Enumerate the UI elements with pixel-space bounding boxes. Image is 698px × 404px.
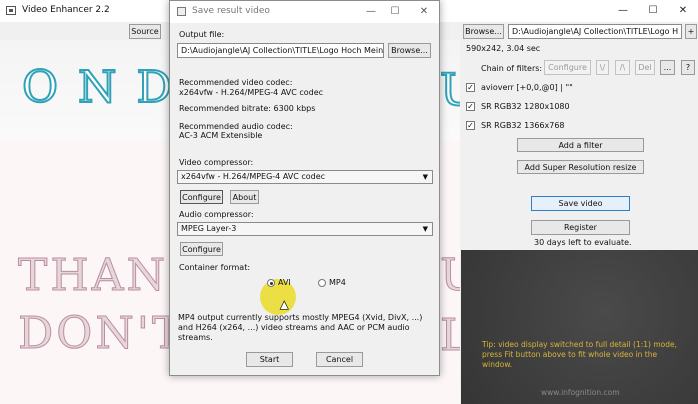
video-info: 590x242, 3.04 sec (466, 44, 541, 53)
source-path-field[interactable]: D:\Audiojangle\AJ Collection\TITLE\Logo … (508, 24, 682, 39)
video-text-right-2: L (439, 310, 460, 362)
container-format-label: Container format: (179, 263, 251, 272)
dialog-title-bar: Save result video — ☐ ✕ (170, 1, 439, 23)
rec-audio-value: AC-3 ACM Extensible (179, 131, 263, 140)
configure-filter-button[interactable]: Configure (544, 60, 591, 75)
days-left-text: 30 days left to evaluate. (534, 238, 632, 247)
output-file-field[interactable]: D:\Audiojangle\AJ Collection\TITLE\Logo … (177, 43, 384, 58)
add-super-resolution-button[interactable]: Add Super Resolution resize (517, 160, 644, 174)
rec-video-label: Recommended video codec: (179, 78, 293, 87)
move-up-button[interactable]: /\ (615, 60, 630, 75)
dialog-maximize-icon[interactable]: ☐ (384, 1, 406, 23)
start-button[interactable]: Start (246, 352, 293, 367)
video-compressor-value: x264vfw - H.264/MPEG-4 AVC codec (181, 172, 326, 181)
source-button[interactable]: Source (129, 24, 161, 39)
app-icon (6, 6, 16, 15)
minimize-icon[interactable]: — (608, 0, 638, 22)
dialog-close-icon[interactable]: ✕ (413, 1, 435, 23)
mouse-pointer-icon: ▲ (280, 298, 289, 312)
dialog-minimize-icon[interactable]: — (360, 1, 382, 23)
output-browse-button[interactable]: Browse... (388, 43, 431, 58)
filter-checkbox-2[interactable]: ✓ (466, 102, 475, 111)
avi-label[interactable]: AVI (278, 278, 291, 287)
add-source-button[interactable]: + (685, 24, 697, 39)
video-compressor-label: Video compressor: (179, 158, 254, 167)
filter-checkbox-3[interactable]: ✓ (466, 121, 475, 130)
filter-checkbox-1[interactable]: ✓ (466, 83, 475, 92)
video-text-top: O N D (21, 61, 175, 114)
rec-video-value: x264vfw - H.264/MPEG-4 AVC codec (179, 88, 324, 97)
mp4-note: MP4 output currently supports mostly MPE… (178, 313, 423, 342)
close-icon[interactable]: ✕ (668, 0, 698, 22)
save-video-button[interactable]: Save video (531, 196, 630, 211)
app-title: Video Enhancer 2.2 (22, 5, 110, 15)
move-down-button[interactable]: \/ (596, 60, 609, 75)
audio-compressor-label: Audio compressor: (179, 210, 254, 219)
video-text-dont: DON'T (17, 308, 185, 360)
chevron-down-icon: ▼ (422, 225, 428, 233)
tip-text: Tip: video display switched to full deta… (482, 340, 677, 369)
help-button[interactable]: ? (681, 60, 695, 75)
dialog-icon (177, 7, 186, 16)
filters-panel: 590x242, 3.04 sec Chain of filters: Conf… (461, 40, 698, 250)
more-button[interactable]: ... (660, 60, 675, 75)
filter-item-3[interactable]: SR RGB32 1366x768 (481, 121, 565, 130)
video-text-top-right: U (439, 64, 460, 117)
delete-filter-button[interactable]: Del (635, 60, 655, 75)
chain-label: Chain of filters: (481, 64, 543, 73)
filter-item-2[interactable]: SR RGB32 1280x1080 (481, 102, 570, 111)
audio-compressor-value: MPEG Layer-3 (181, 224, 237, 233)
add-filter-button[interactable]: Add a filter (517, 138, 644, 152)
maximize-icon[interactable]: ☐ (638, 0, 668, 22)
mp4-label[interactable]: MP4 (329, 278, 346, 287)
audio-compressor-select[interactable]: MPEG Layer-3 ▼ (177, 222, 433, 236)
browse-source-button[interactable]: Browse... (463, 24, 504, 39)
avi-radio[interactable] (267, 279, 275, 287)
mp4-radio[interactable] (318, 279, 326, 287)
rec-bitrate: Recommended bitrate: 6300 kbps (179, 104, 316, 113)
dialog-title: Save result video (192, 6, 270, 16)
rec-audio-label: Recommended audio codec: (179, 122, 293, 131)
filter-item-1[interactable]: avioverr [+0,0,@0] | "" (481, 83, 573, 92)
video-text-right: U (439, 250, 460, 302)
video-configure-button[interactable]: Configure (180, 190, 223, 204)
about-button[interactable]: About (230, 190, 259, 204)
register-button[interactable]: Register (531, 220, 630, 235)
dark-area (461, 250, 698, 404)
video-compressor-select[interactable]: x264vfw - H.264/MPEG-4 AVC codec ▼ (177, 170, 433, 184)
audio-configure-button[interactable]: Configure (180, 242, 223, 256)
chevron-down-icon: ▼ (422, 173, 428, 181)
output-file-label: Output file: (179, 30, 225, 39)
website-link[interactable]: www.infognition.com (541, 388, 620, 397)
cancel-button[interactable]: Cancel (316, 352, 363, 367)
